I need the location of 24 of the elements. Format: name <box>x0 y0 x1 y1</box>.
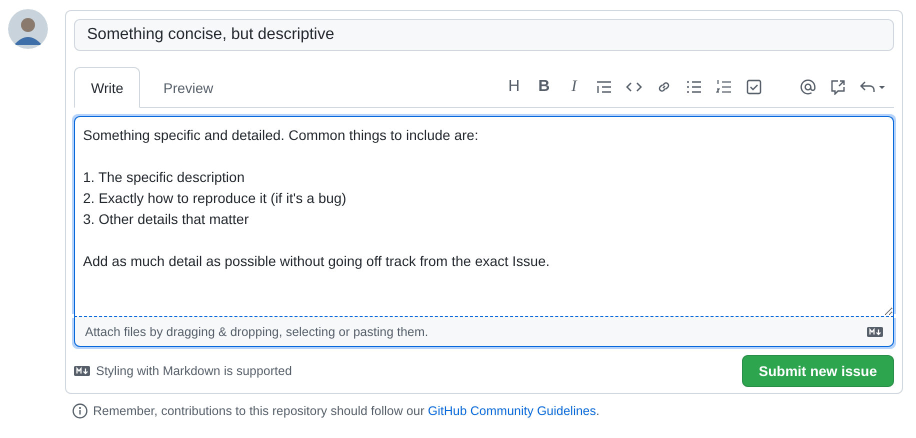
numbered-list-icon[interactable] <box>716 79 732 95</box>
reply-dropdown-icon[interactable] <box>860 79 886 95</box>
tab[interactable]: Preview <box>140 67 236 108</box>
markdown-note: Styling with Markdown is supported <box>96 364 292 378</box>
info-icon <box>72 403 88 419</box>
submit-button[interactable]: Submit new issue <box>742 355 894 387</box>
markdown-icon <box>867 326 883 336</box>
mention-icon[interactable] <box>800 79 816 95</box>
italic-button[interactable]: I <box>566 78 582 96</box>
tab[interactable]: Write <box>74 67 140 108</box>
guidelines-note: Remember, contributions to this repository should follow our GitHub Community Guidelines. <box>93 404 600 418</box>
attach-files-bar[interactable]: Attach files by dragging & dropping, selecting or pasting them. <box>74 316 894 347</box>
title-field[interactable]: Something concise, but descriptive <box>74 19 894 51</box>
markdown-icon <box>74 366 90 376</box>
bold-button[interactable]: B <box>536 78 552 96</box>
bullet-list-icon[interactable] <box>686 79 702 95</box>
quote-icon[interactable] <box>596 79 612 95</box>
heading-button[interactable]: H <box>506 78 522 96</box>
guidelines-link[interactable]: GitHub Community Guidelines <box>428 404 596 418</box>
description-field[interactable]: Something specific and detailed. Common things to include are: 1. The specific description 2. Exactly how to reproduce it (if it's a bug) 3. Other details that matter Add as much detail as possible without going off track from the exact Issue. <box>74 116 894 316</box>
attach-hint: Attach files by dragging & dropping, selecting or pasting them. <box>85 324 428 338</box>
avatar <box>8 9 48 49</box>
cross-reference-icon[interactable] <box>830 79 846 95</box>
task-list-icon[interactable] <box>746 79 762 95</box>
